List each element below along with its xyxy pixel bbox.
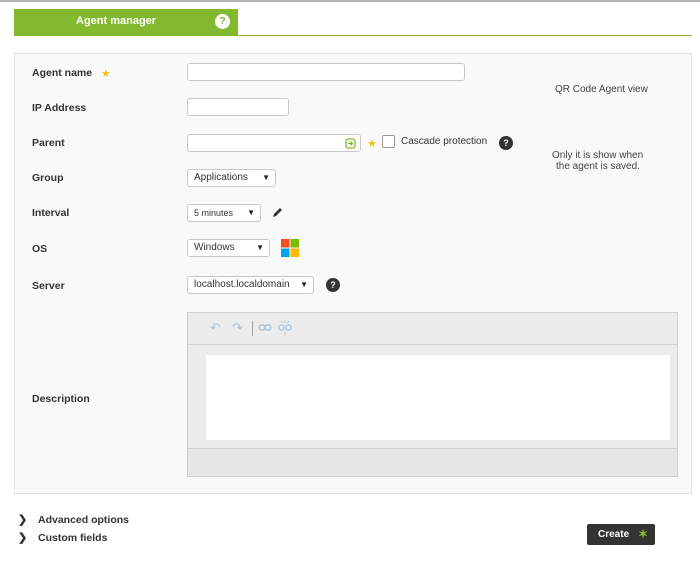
chevron-right-icon: ❯ xyxy=(18,514,28,526)
cascade-protection-checkbox[interactable] xyxy=(382,135,395,148)
windows-logo-icon xyxy=(281,239,299,257)
qr-note-line2: the agent is saved. xyxy=(556,161,640,172)
agent-name-label: Agent name xyxy=(32,67,93,79)
header-divider xyxy=(14,35,692,36)
undo-icon[interactable]: ↶ xyxy=(210,320,221,336)
pencil-icon[interactable] xyxy=(271,206,284,219)
chevron-right-icon: ❯ xyxy=(18,532,28,544)
page-title: Agent manager xyxy=(76,15,157,27)
advanced-options-label: Advanced options xyxy=(38,514,130,526)
group-label: Group xyxy=(32,172,64,184)
required-star-icon: ★ xyxy=(101,68,111,80)
custom-fields-toggle[interactable]: ❯ Custom fields xyxy=(18,531,107,544)
header-tab: Agent manager ? xyxy=(14,9,238,35)
dropdown-arrow-icon: ▼ xyxy=(256,243,264,252)
editor-toolbar: ↶ ↷ xyxy=(188,313,677,345)
server-label: Server xyxy=(32,280,65,292)
advanced-options-toggle[interactable]: ❯ Advanced options xyxy=(18,513,129,526)
interval-select[interactable]: 5 minutes ▼ xyxy=(187,204,261,222)
server-help-icon[interactable]: ? xyxy=(326,278,340,292)
qr-code-title: QR Code Agent view xyxy=(555,84,648,95)
qr-note-line1: Only it is show when xyxy=(552,150,644,161)
os-select[interactable]: Windows ▼ xyxy=(187,239,270,257)
required-star-icon: ★ xyxy=(367,138,377,150)
link-icon[interactable] xyxy=(258,323,272,333)
editor-statusbar xyxy=(188,448,677,476)
interval-select-value: 5 minutes xyxy=(194,208,234,218)
agent-name-input[interactable] xyxy=(187,63,465,81)
server-select-value: localhost.localdomain xyxy=(194,279,290,290)
create-button[interactable]: Create ✶ xyxy=(587,524,655,545)
os-label: OS xyxy=(32,243,48,255)
description-textarea[interactable] xyxy=(206,355,670,440)
redo-icon[interactable]: ↷ xyxy=(232,320,243,336)
ip-address-label: IP Address xyxy=(32,102,87,114)
cascade-protection-label: Cascade protection xyxy=(401,136,488,147)
custom-fields-label: Custom fields xyxy=(38,532,108,544)
parent-label: Parent xyxy=(32,137,65,149)
group-select[interactable]: Applications ▼ xyxy=(187,169,276,187)
group-select-value: Applications xyxy=(194,172,248,183)
magic-wand-icon: ✶ xyxy=(637,527,648,541)
parent-input[interactable] xyxy=(187,134,361,152)
dropdown-arrow-icon: ▼ xyxy=(262,173,270,182)
agent-form-panel: Agent name ★ IP Address Parent ★ Cascade… xyxy=(14,53,692,494)
ip-address-input[interactable] xyxy=(187,98,289,116)
dropdown-arrow-icon: ▼ xyxy=(300,280,308,289)
cascade-help-icon[interactable]: ? xyxy=(499,136,513,150)
os-select-value: Windows xyxy=(194,242,235,253)
interval-label: Interval xyxy=(32,207,70,219)
dropdown-arrow-icon: ▼ xyxy=(247,208,255,217)
toolbar-separator xyxy=(252,321,253,336)
unlink-icon[interactable] xyxy=(278,320,292,335)
description-editor: ↶ ↷ xyxy=(187,312,678,477)
server-select[interactable]: localhost.localdomain ▼ xyxy=(187,276,314,294)
create-button-label: Create xyxy=(598,529,630,540)
header-help-icon[interactable]: ? xyxy=(215,14,230,29)
description-label: Description xyxy=(32,393,90,405)
window-top-border xyxy=(0,0,700,2)
agent-picker-icon[interactable] xyxy=(345,138,356,149)
